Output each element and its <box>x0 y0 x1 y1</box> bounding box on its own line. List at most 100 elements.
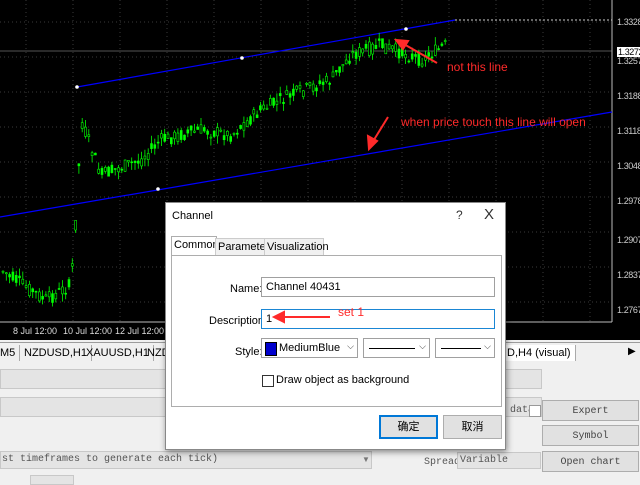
time-label: 8 Jul 12:00 <box>13 326 58 336</box>
model-select[interactable]: st timeframes to generate each tick) <box>0 451 372 469</box>
candle-body <box>391 45 394 50</box>
close-button[interactable]: X <box>484 206 494 223</box>
candle-body <box>113 168 117 170</box>
spread-select[interactable]: Variable <box>457 452 541 469</box>
candle-body <box>199 124 203 134</box>
candle-body <box>252 109 256 115</box>
candle-body <box>344 59 348 65</box>
candle-body <box>341 64 345 67</box>
style-label: Style: <box>235 346 263 358</box>
candle-body <box>278 93 282 97</box>
candle-body <box>232 132 236 135</box>
candle-body <box>397 48 401 59</box>
candle-body <box>143 155 147 160</box>
candle-body <box>331 71 335 78</box>
line-style-preview <box>369 348 415 349</box>
candle-body <box>120 168 124 171</box>
candle-body <box>229 136 232 142</box>
candle-body <box>259 105 262 111</box>
candle-body <box>196 126 199 130</box>
candle-body <box>295 85 299 90</box>
channel-anchor-point <box>404 27 408 31</box>
candle-body <box>94 152 97 156</box>
scroll-right-icon[interactable]: ▶ <box>628 346 636 357</box>
candle-body <box>74 220 77 231</box>
candle-body <box>127 160 130 163</box>
ok-button[interactable]: 确定 <box>379 415 438 439</box>
candle-body <box>417 51 421 66</box>
candle-body <box>219 129 223 132</box>
name-label: Name: <box>230 283 263 295</box>
cancel-button[interactable]: 取消 <box>443 415 502 439</box>
candle-body <box>137 160 140 164</box>
date-field[interactable] <box>30 475 74 485</box>
tab-visualization[interactable]: Visualization <box>264 238 329 255</box>
channel-anchor-point <box>156 187 160 191</box>
candle-body <box>24 285 28 288</box>
draw-background-checkbox[interactable] <box>262 375 274 387</box>
candle-body <box>414 54 417 57</box>
candle-body <box>242 122 246 131</box>
line-style-select[interactable]: ⌵ <box>363 338 430 358</box>
price-label: 1.3188 <box>617 91 640 101</box>
candle-body <box>163 133 166 142</box>
candle-body <box>239 125 242 129</box>
tab-common[interactable]: Common <box>171 236 219 256</box>
open-chart-button[interactable]: Open chart <box>542 451 639 472</box>
candle-body <box>67 279 71 288</box>
line-width-preview <box>441 348 481 349</box>
candle-body <box>1 270 5 273</box>
candle-body <box>104 166 107 172</box>
candle-body <box>57 288 61 290</box>
candle-body <box>430 56 434 59</box>
candle-body <box>97 168 100 174</box>
candle-body <box>285 90 289 95</box>
candle-body <box>298 85 302 89</box>
price-label: 1.2767 <box>617 305 640 315</box>
candle-body <box>130 161 133 164</box>
candle-body <box>21 278 25 285</box>
tab-parameters[interactable]: Parameters <box>215 238 275 255</box>
candle-body <box>156 141 160 144</box>
candle-body <box>133 160 137 163</box>
symbol-tab-active[interactable]: D,H4 (visual) <box>503 345 576 361</box>
symbol-properties-button[interactable]: Symbol properties <box>542 425 639 463</box>
candle-body <box>150 143 153 149</box>
symbol-tab[interactable]: M5 <box>0 345 21 361</box>
color-select[interactable]: MediumBlue ⌵ <box>261 338 358 358</box>
expert-properties-button[interactable]: Expert properties <box>542 400 639 438</box>
data-checkbox[interactable] <box>529 405 541 417</box>
candle-body <box>107 166 110 177</box>
candle-body <box>374 44 378 49</box>
price-label: 1.2978 <box>617 196 640 206</box>
candle-body <box>371 43 374 55</box>
candle-body <box>54 292 58 300</box>
candle-body <box>318 80 322 85</box>
price-label: 1.2907 <box>617 235 640 245</box>
candle-body <box>420 63 424 67</box>
candle-body <box>226 130 229 136</box>
candle-body <box>407 60 411 63</box>
candle-body <box>34 290 38 293</box>
name-field[interactable]: Channel 40431 <box>261 277 495 297</box>
candle-body <box>11 271 15 281</box>
candle-body <box>170 137 173 145</box>
candle-body <box>437 48 440 50</box>
candle-body <box>160 133 163 139</box>
line-width-select[interactable]: ⌵ <box>435 338 495 358</box>
chevron-down-icon: ⌵ <box>419 341 426 351</box>
close-icon: X <box>484 206 495 223</box>
candle-body <box>87 134 91 137</box>
candle-body <box>31 288 35 293</box>
candle-body <box>315 87 318 92</box>
candle-body <box>5 272 8 275</box>
candle-body <box>166 133 170 139</box>
candle-body <box>265 107 269 110</box>
price-label: 1.3257 <box>617 56 640 66</box>
description-label: Description: <box>209 315 268 327</box>
candle-body <box>328 82 332 85</box>
price-label: 1.3048 <box>617 161 640 171</box>
help-button[interactable]: ? <box>456 208 463 222</box>
description-field[interactable]: 1 <box>261 309 495 329</box>
dialog-title: Channel <box>172 210 213 222</box>
